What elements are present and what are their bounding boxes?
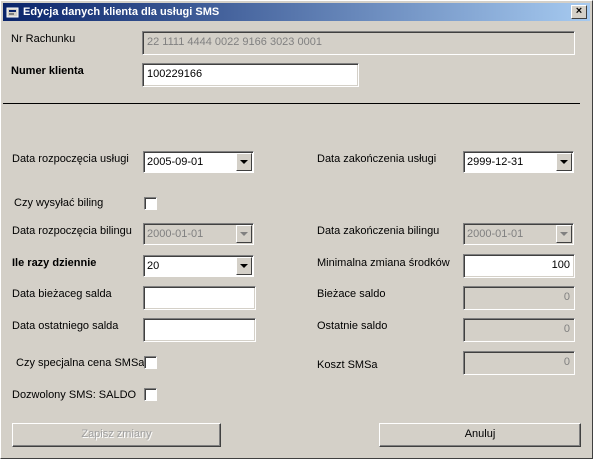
save-button: Zapisz zmiany: [12, 423, 221, 447]
send-billing-label: Czy wysyłać biling: [14, 197, 104, 209]
service-end-dropdown-button[interactable]: [556, 153, 572, 171]
window-title: Edycja danych klienta dla usługi SMS: [23, 6, 220, 18]
daily-count-label: Ile razy dziennie: [12, 257, 97, 269]
chevron-down-icon: [560, 160, 568, 164]
service-end-label: Data zakończenia usługi: [317, 153, 437, 165]
daily-count-dropdown-button[interactable]: [236, 257, 252, 275]
service-end-select[interactable]: 2999-12-31: [463, 151, 574, 173]
billing-end-dropdown-button: [556, 225, 572, 243]
last-balance-date-field[interactable]: [143, 318, 256, 342]
chevron-down-icon: [240, 232, 248, 236]
service-start-dropdown-button[interactable]: [236, 153, 252, 171]
allowed-saldo-checkbox[interactable]: [144, 388, 157, 401]
sms-cost-label: Koszt SMSa: [317, 359, 378, 371]
daily-count-select[interactable]: 20: [143, 255, 254, 277]
current-balance-field: 0: [463, 286, 575, 310]
client-number-field[interactable]: 100229166: [142, 63, 359, 87]
billing-end-select: 2000-01-01: [463, 223, 574, 245]
current-balance-date-label: Data bieżaceg salda: [12, 288, 112, 300]
chevron-down-icon: [560, 232, 568, 236]
account-number-field: 22 1111 4444 0022 9166 3023 0001: [142, 31, 575, 55]
current-balance-label: Bieżace saldo: [317, 288, 386, 300]
special-price-label: Czy specjalna cena SMSa: [16, 357, 145, 369]
special-price-checkbox[interactable]: [144, 356, 157, 369]
cancel-button[interactable]: Anuluj: [379, 423, 581, 447]
billing-end-label: Data zakończenia bilingu: [317, 225, 440, 237]
billing-start-select: 2000-01-01: [143, 223, 254, 245]
client-number-label: Numer klienta: [11, 65, 84, 77]
service-end-value: 2999-12-31: [467, 156, 524, 168]
app-icon: [6, 7, 19, 18]
billing-start-dropdown-button: [236, 225, 252, 243]
send-billing-checkbox[interactable]: [144, 197, 157, 210]
account-number-label: Nr Rachunku: [11, 33, 76, 45]
separator: [3, 103, 580, 105]
title-bar[interactable]: Edycja danych klienta dla usługi SMS ×: [3, 3, 590, 21]
daily-count-value: 20: [147, 260, 160, 272]
billing-start-value: 2000-01-01: [147, 228, 204, 240]
close-button[interactable]: ×: [571, 5, 587, 19]
chevron-down-icon: [240, 264, 248, 268]
min-change-label: Minimalna zmiana środków: [317, 257, 450, 269]
sms-client-dialog: Edycja danych klienta dla usługi SMS × N…: [0, 0, 593, 459]
service-start-value: 2005-09-01: [147, 156, 204, 168]
min-change-field[interactable]: 100: [463, 254, 575, 278]
chevron-down-icon: [240, 160, 248, 164]
sms-cost-field: 0: [463, 351, 575, 375]
last-balance-field: 0: [463, 318, 575, 342]
billing-start-label: Data rozpoczęcia bilingu: [12, 225, 132, 237]
service-start-label: Data rozpoczęcia usługi: [12, 153, 129, 165]
current-balance-date-field[interactable]: [143, 286, 256, 310]
allowed-saldo-label: Dozwolony SMS: SALDO: [12, 389, 137, 401]
service-start-select[interactable]: 2005-09-01: [143, 151, 254, 173]
last-balance-date-label: Data ostatniego salda: [12, 320, 119, 332]
last-balance-label: Ostatnie saldo: [317, 320, 388, 332]
billing-end-value: 2000-01-01: [467, 228, 524, 240]
